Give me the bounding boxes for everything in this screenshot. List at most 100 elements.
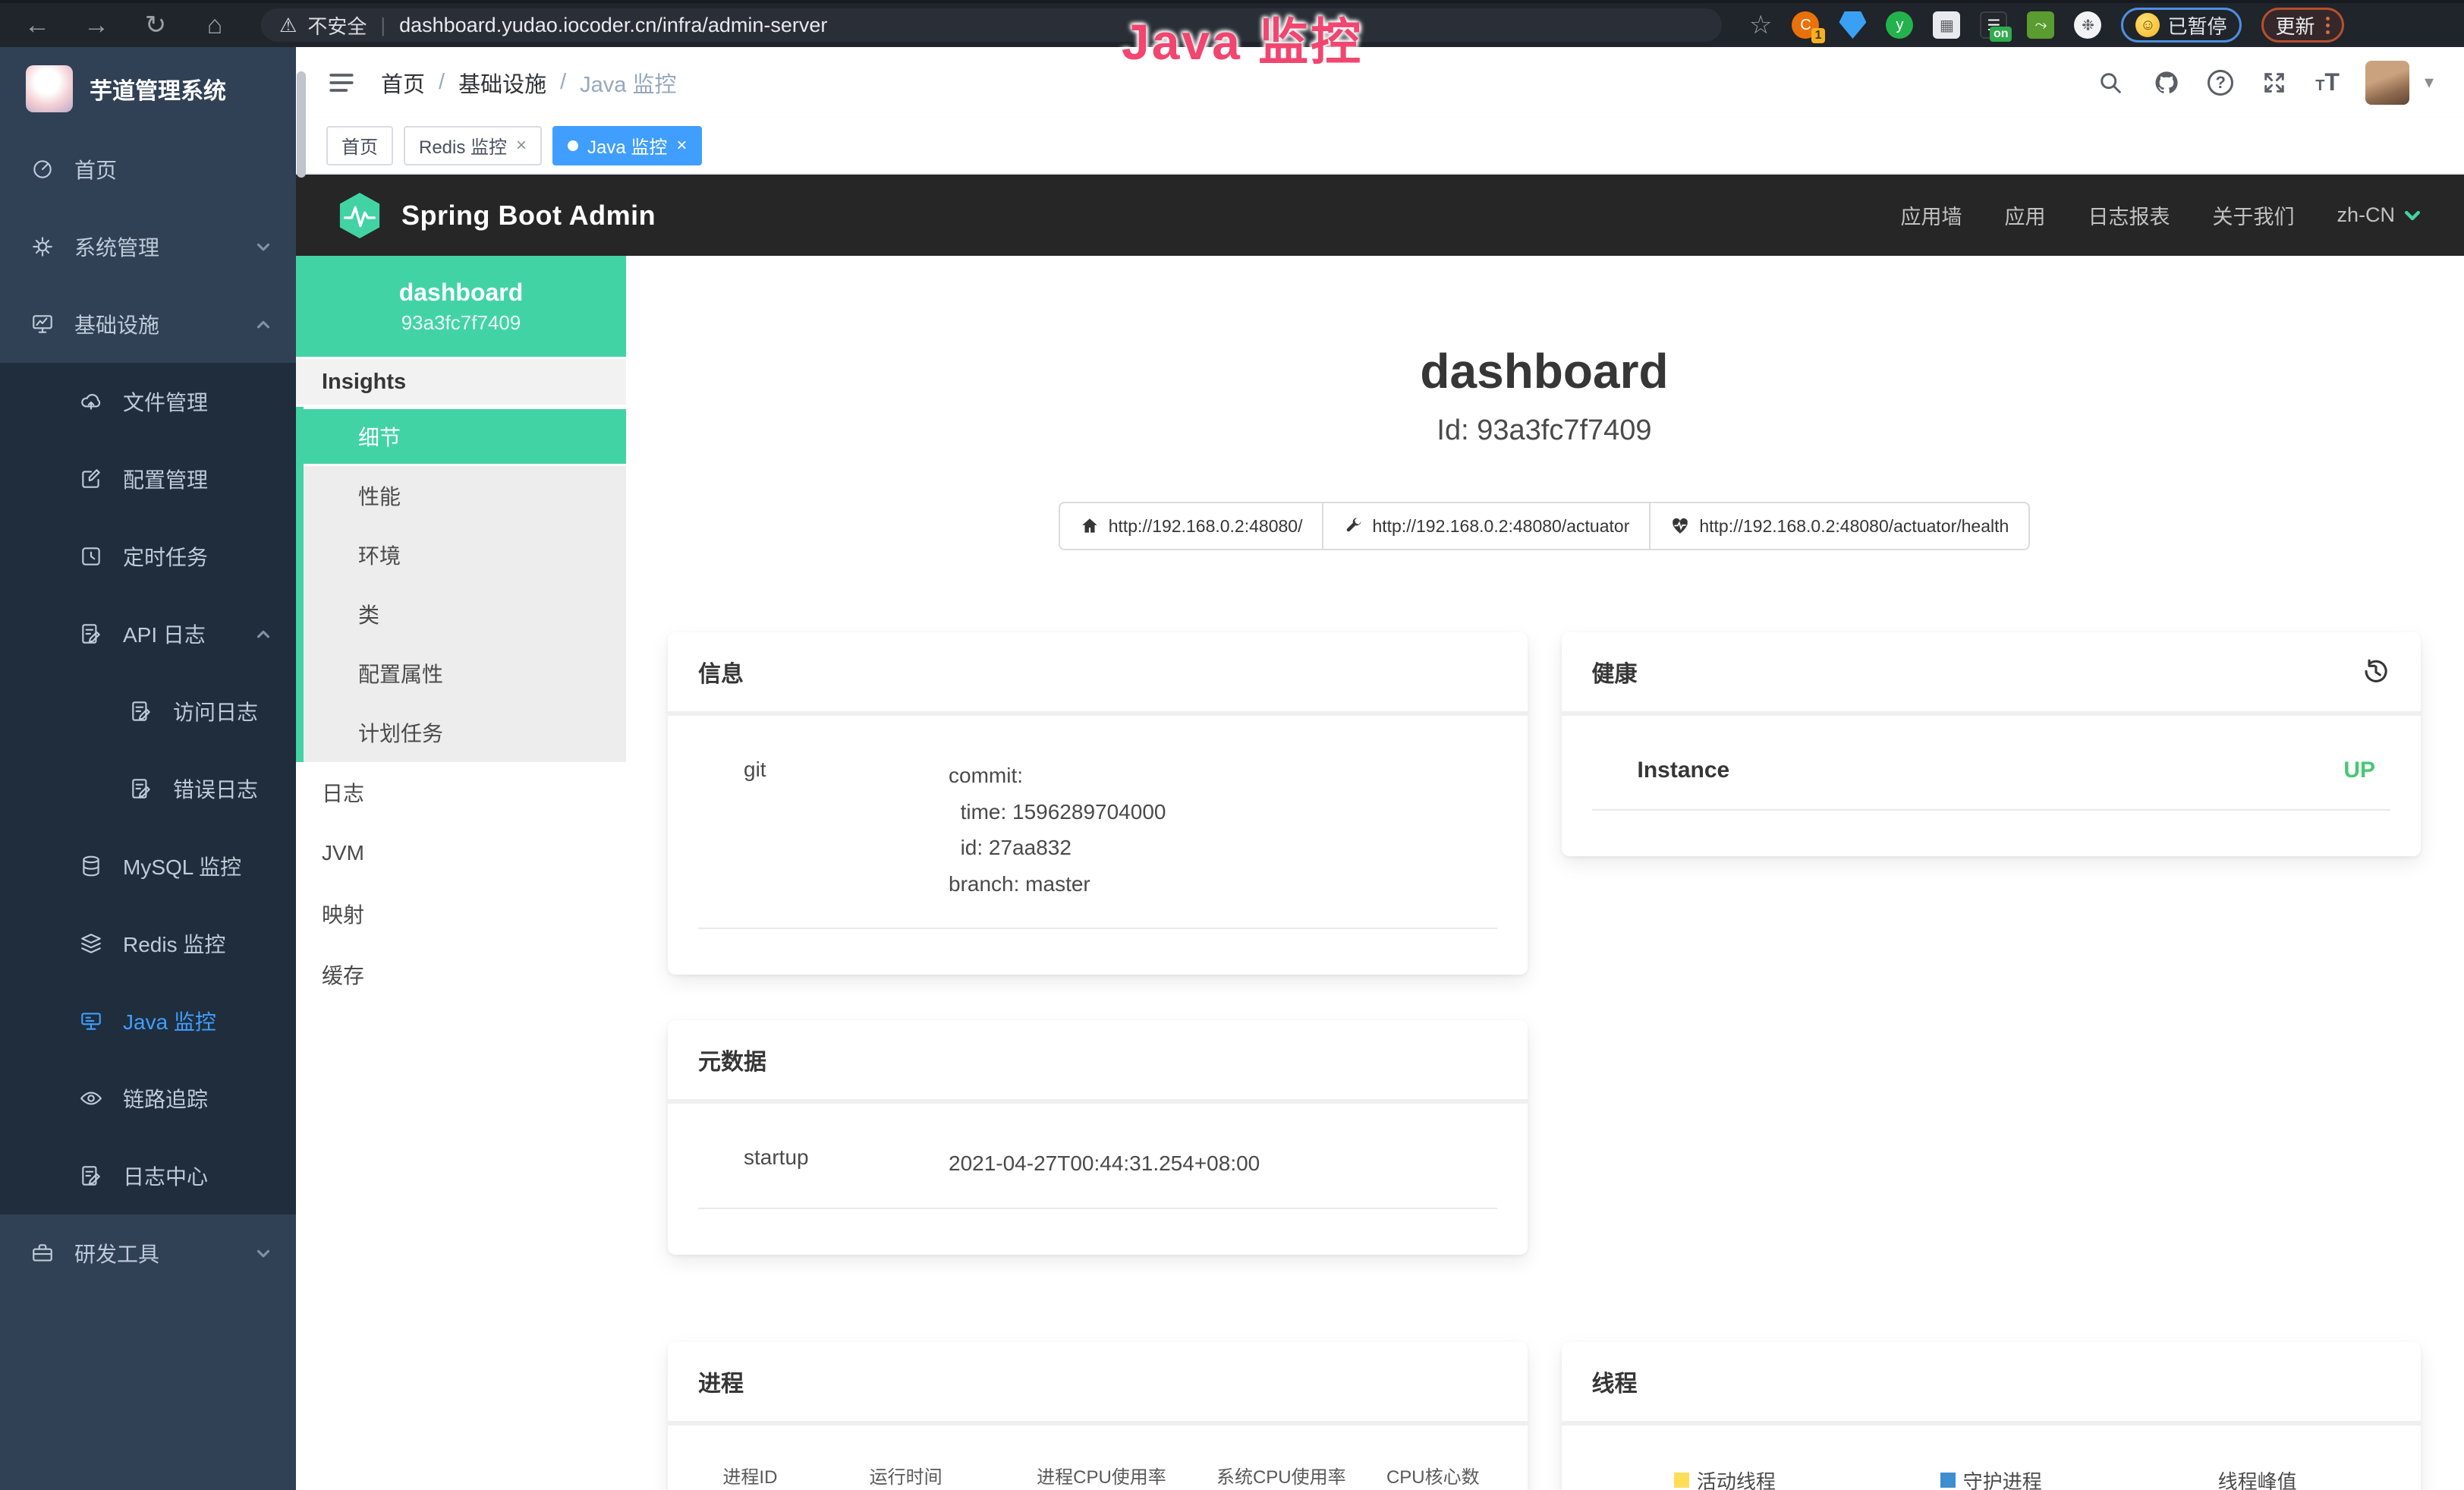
process-col-sys-cpu: 系统CPU使用率 [1194,1456,1370,1490]
close-icon[interactable]: × [516,135,527,156]
history-icon[interactable] [2362,657,2390,686]
close-icon[interactable]: × [676,135,687,156]
sba-nav-journal[interactable]: 日志报表 [2088,200,2170,230]
sidebar-item-system[interactable]: 系统管理 [0,208,296,285]
github-icon[interactable] [2151,68,2182,98]
breadcrumb-infra[interactable]: 基础设施 [458,67,546,99]
sba-item-metrics[interactable]: 性能 [304,466,626,525]
sba-item-scheduled-tasks[interactable]: 计划任务 [304,703,626,762]
extension-icon-list[interactable]: ☰on [1980,11,2007,39]
sba-item-caches[interactable]: 缓存 [296,944,626,1005]
sba-nav-applications[interactable]: 应用 [2004,200,2045,230]
sidebar-item-log-center[interactable]: 日志中心 [0,1137,296,1214]
sba-brand[interactable]: Spring Boot Admin [338,191,656,240]
card-metadata: 元数据 startup 2021-04-27T00:44:31.254+08:0… [668,1020,1528,1255]
extension-icon-pin[interactable] [1839,11,1866,39]
sidebar-item-error-logs[interactable]: 错误日志 [0,750,296,827]
sidebar-item-file-manage[interactable]: 文件管理 [0,363,296,440]
card-info-title: 信息 [698,655,744,688]
tab-redis-monitor[interactable]: Redis 监控 × [404,126,542,165]
home-icon[interactable]: ⌂ [188,11,241,40]
sba-nav-about[interactable]: 关于我们 [2212,200,2294,230]
sidebar-item-redis-monitor[interactable]: Redis 监控 [0,905,296,982]
card-metadata-title: 元数据 [698,1043,766,1076]
sba-item-config-props[interactable]: 配置属性 [304,644,626,703]
user-caret-icon[interactable]: ▾ [2425,71,2434,93]
hamburger-icon[interactable] [326,68,357,98]
health-url-button[interactable]: http://192.168.0.2:48080/actuator/health [1649,502,2030,550]
sidebar-item-dev-tools[interactable]: 研发工具 [0,1214,296,1292]
sba-item-mappings[interactable]: 映射 [296,884,626,944]
font-size-icon[interactable]: TT [2315,68,2340,96]
sba-section-insights: Insights [296,357,626,407]
extension-icon-grid[interactable]: ▦ [1933,11,1960,39]
edit-square-icon [79,467,103,491]
active-dot [568,140,578,151]
app-logo-row[interactable]: 芋道管理系统 [0,47,296,131]
extension-icon-refresh[interactable]: C1 [1792,11,1819,39]
actuator-url-button[interactable]: http://192.168.0.2:48080/actuator [1322,502,1651,550]
reload-icon[interactable]: ↻ [129,10,182,40]
sba-sidebar: dashboard 93a3fc7f7409 Insights 细节 性能 环境… [296,256,626,1490]
sba-nav-wallboard[interactable]: 应用墙 [1900,200,1962,230]
home-icon [1080,516,1100,536]
browser-actions: ☆ C1 y ▦ ☰on ⤳ ❉ ☺ 已暂停 更新 [1749,8,2344,43]
info-row-label: git [744,758,949,782]
search-icon[interactable] [2095,68,2126,98]
profile-paused-button[interactable]: ☺ 已暂停 [2121,8,2241,43]
process-col-pid: 进程ID [698,1456,802,1490]
tab-java-monitor[interactable]: Java 监控 × [552,126,702,165]
sba-item-environment[interactable]: 环境 [304,525,626,584]
extension-icon-y[interactable]: y [1886,11,1913,39]
sba-locale-select[interactable]: zh-CN [2337,203,2422,227]
sba-item-jvm[interactable]: JVM [296,823,626,884]
sidebar-item-mysql-monitor[interactable]: MySQL 监控 [0,827,296,905]
breadcrumb: 首页 / 基础设施 / Java 监控 [381,67,676,99]
threads-legend: 活动线程 143 守护进程 53 线程峰值 [1592,1466,2391,1490]
health-status-badge: UP [2343,758,2375,783]
sidebar-menu: 首页 系统管理 基础设施 文件管理 配置管理 [0,131,296,1292]
bookmark-star-icon[interactable]: ☆ [1749,10,1772,40]
extension-icon-sprout[interactable]: ⤳ [2027,11,2054,39]
fullscreen-icon[interactable] [2259,68,2289,98]
sba-item-classes[interactable]: 类 [304,584,626,644]
sidebar-item-access-logs[interactable]: 访问日志 [0,673,296,750]
help-icon[interactable]: ? [2208,70,2233,96]
sba-navbar: Spring Boot Admin 应用墙 应用 日志报表 关于我们 zh-CN [296,175,2464,256]
tab-home[interactable]: 首页 [326,126,393,165]
topbar-actions: ? TT ▾ [2095,61,2434,105]
health-row-instance: Instance UP [1592,758,2391,811]
sidebar-item-home[interactable]: 首页 [0,131,296,208]
sidebar-item-java-monitor[interactable]: Java 监控 [0,982,296,1060]
sidebar-item-config-manage[interactable]: 配置管理 [0,440,296,518]
layers-icon [79,931,103,956]
url-bar[interactable]: ⚠ 不安全 | dashboard.yudao.iocoder.cn/infra… [261,8,1722,42]
chevron-down-icon [253,237,273,257]
sba-item-details[interactable]: 细节 [304,407,626,466]
page-annotation: Java 监控 [1122,2,1363,74]
sidebar-item-api-logs[interactable]: API 日志 [0,595,296,673]
gauge-icon [30,157,55,181]
scrollbar-thumb[interactable] [297,71,306,178]
service-url-button[interactable]: http://192.168.0.2:48080/ [1059,502,1324,550]
sba-insights-group: 细节 性能 环境 类 配置属性 计划任务 [296,407,626,762]
back-icon[interactable]: ← [11,11,64,40]
update-button[interactable]: 更新 [2261,8,2344,43]
user-avatar[interactable] [2365,61,2409,105]
sba-instance-header[interactable]: dashboard 93a3fc7f7409 [296,256,626,357]
profile-avatar-emoji: ☺ [2135,13,2160,37]
wrench-icon [1343,516,1363,536]
sba-logo-icon [338,191,382,240]
instance-links: http://192.168.0.2:48080/ http://192.168… [668,502,2421,550]
extensions-puzzle-icon[interactable]: ❉ [2074,11,2101,39]
sidebar-item-cron-jobs[interactable]: 定时任务 [0,518,296,595]
card-health: 健康 Instance UP [1562,632,2422,856]
sidebar-item-tracing[interactable]: 链路追踪 [0,1060,296,1137]
browser-menu-icon[interactable] [2326,17,2330,34]
sba-item-logs[interactable]: 日志 [296,762,626,823]
cards-grid: 信息 git commit: time: 1596289704000 id: 2… [668,632,2421,1490]
monitor-chart-icon [30,312,55,336]
forward-icon[interactable]: → [70,11,123,40]
sidebar-item-infra[interactable]: 基础设施 [0,285,296,363]
breadcrumb-home[interactable]: 首页 [381,67,425,99]
